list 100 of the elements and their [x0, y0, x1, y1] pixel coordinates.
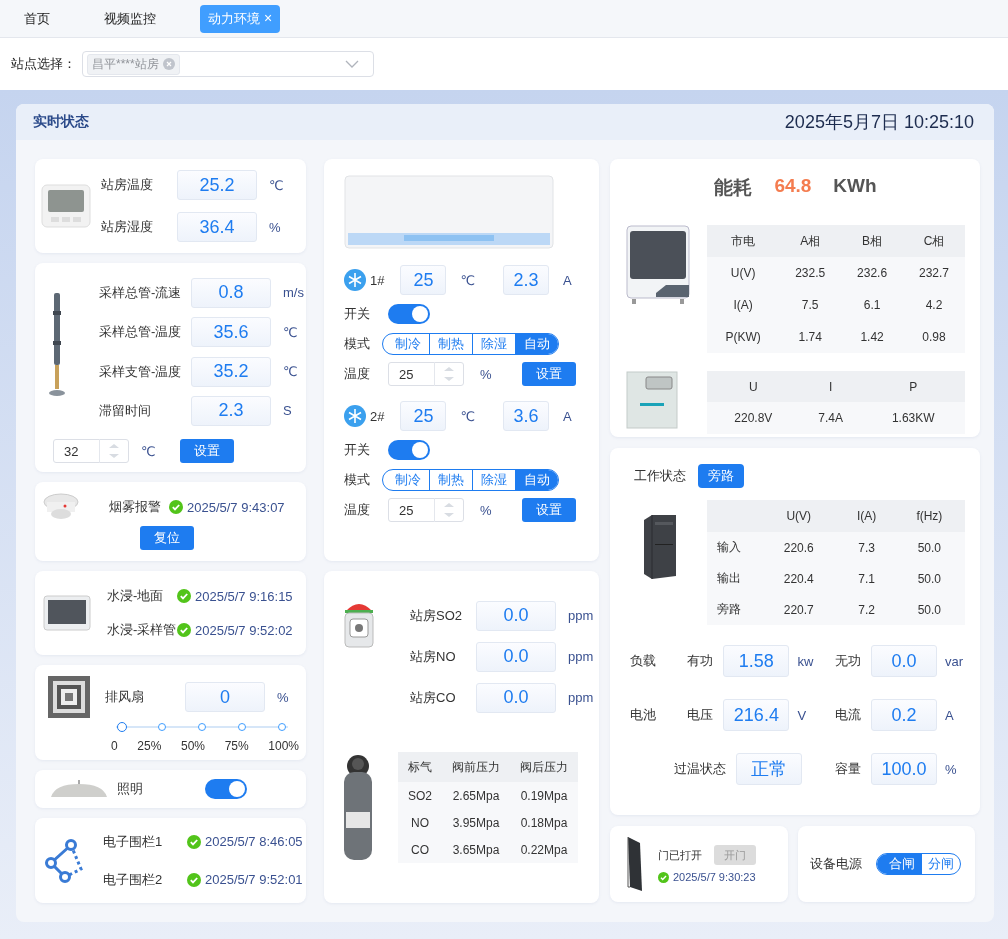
nav-tab[interactable]: 首页	[14, 5, 60, 32]
slider-stop[interactable]	[158, 723, 166, 731]
temp-label: 温度	[344, 501, 371, 519]
unit-label: %	[480, 502, 492, 518]
timestamp: 2025/5/7 9:52:02	[195, 622, 293, 638]
column-header: I	[799, 371, 862, 402]
sensor-label: 水浸-采样管	[107, 621, 177, 639]
table-cell: 7.3	[839, 532, 894, 563]
site-tag: 昌平****站房	[87, 53, 180, 75]
reading-label: 采样总管-温度	[99, 323, 183, 342]
mode-option[interactable]: 自动	[515, 334, 558, 354]
column-header: 市电	[707, 225, 780, 257]
table-cell: SO2	[398, 782, 442, 809]
unit-number: 2#	[370, 408, 385, 424]
tick-label: 75%	[224, 739, 249, 753]
power-option[interactable]: 合闸	[877, 854, 921, 874]
alarm-label: 烟雾报警	[109, 498, 161, 516]
mode-label: 模式	[344, 471, 371, 489]
table-cell: 7.2	[839, 594, 894, 625]
status-label: 工作状态	[634, 467, 686, 485]
table-cell: CO	[398, 836, 442, 863]
sensor-panel-icon	[43, 595, 91, 631]
panel-title: 实时状态	[33, 113, 89, 131]
unit-label: ℃	[460, 408, 476, 424]
reading-label: 站房温度	[101, 176, 154, 194]
unit-label: %	[480, 366, 492, 382]
tick-label: 25%	[137, 739, 162, 753]
reset-button[interactable]: 复位	[140, 526, 194, 550]
column-header: I(A)	[839, 500, 894, 532]
timestamp: 2025/5/7 9:43:07	[187, 499, 285, 515]
number-field[interactable]: 25	[388, 498, 464, 522]
mode-option[interactable]: 制冷	[383, 470, 429, 490]
field-label: 电压	[687, 706, 714, 724]
unit-label: var	[945, 653, 965, 669]
number-field[interactable]: 32	[53, 439, 129, 464]
value-box: 0	[185, 682, 265, 712]
tick-label: 100%	[268, 739, 299, 753]
table-cell: 1.42	[841, 321, 904, 353]
vent-icon	[47, 675, 91, 719]
table-cell: 232.7	[903, 257, 965, 289]
row-header: 旁路	[707, 594, 758, 625]
hygrometer-icon	[41, 184, 91, 228]
slider-stop[interactable]	[278, 723, 286, 731]
nav-tab[interactable]: 视频监控	[94, 5, 166, 32]
column-header: P	[861, 371, 965, 402]
fence-label: 电子围栏2	[103, 870, 164, 889]
site-select[interactable]: 昌平****站房	[82, 51, 374, 77]
table-cell: NO	[398, 809, 442, 836]
table-cell: 1.74	[779, 321, 842, 353]
mode-option[interactable]: 自动	[515, 470, 558, 490]
unit-label: ℃	[283, 364, 298, 379]
mode-option[interactable]: 制冷	[383, 334, 429, 354]
power-option[interactable]: 分闸	[921, 854, 960, 874]
toggle-switch[interactable]	[205, 779, 247, 799]
value-box: 36.4	[177, 212, 257, 242]
toggle-switch[interactable]	[388, 304, 430, 324]
value-box: 1.58	[723, 645, 790, 677]
table-cell: 3.65Mpa	[442, 836, 510, 863]
table-cell: 0.18Mpa	[510, 809, 578, 836]
filter-label: 站点选择：	[11, 55, 76, 73]
table-cell: P(KW)	[707, 321, 780, 353]
mode-option[interactable]: 制热	[429, 334, 472, 354]
set-button[interactable]: 设置	[521, 498, 576, 522]
fan-label: 排风扇	[105, 688, 145, 706]
unit-label: V	[797, 707, 808, 723]
set-button[interactable]: 设置	[521, 362, 576, 386]
table-cell: 0.98	[903, 321, 965, 353]
slider-thumb[interactable]	[117, 722, 127, 732]
reading-label: 滞留时间	[99, 401, 152, 420]
value-box: 正常	[735, 753, 802, 785]
column-header: A相	[779, 225, 842, 257]
group-label: 负载	[630, 652, 657, 670]
table-cell: 3.95Mpa	[442, 809, 510, 836]
table-cell: 7.1	[839, 563, 894, 594]
value-box: 2.3	[191, 395, 271, 426]
temp-label: 温度	[344, 365, 371, 383]
group-label: 电池	[630, 706, 657, 724]
unit-label: A	[563, 272, 572, 288]
table-cell: I(A)	[707, 289, 780, 321]
column-header: B相	[841, 225, 904, 257]
value-box: 0.0	[476, 600, 556, 631]
table-cell: 220.7	[758, 594, 840, 625]
toggle-switch[interactable]	[388, 440, 430, 460]
reading-label: 采样支管-温度	[99, 362, 183, 381]
slider-stop[interactable]	[198, 723, 206, 731]
table-cell: 232.5	[779, 257, 842, 289]
value-box: 0.0	[871, 645, 937, 677]
row-header: 输出	[707, 563, 758, 594]
number-field[interactable]: 25	[388, 362, 464, 386]
set-button[interactable]: 设置	[179, 439, 234, 464]
unit-label: ppm	[568, 608, 594, 623]
nav-tab[interactable]: 动力环境 ×	[200, 4, 281, 33]
slider-stop[interactable]	[238, 723, 246, 731]
mode-option[interactable]: 制热	[429, 470, 472, 490]
field-label: 容量	[835, 760, 861, 778]
column-header: 阀前压力	[442, 752, 510, 782]
table-cell: 1.63KW	[861, 402, 965, 434]
chevron-down-icon	[345, 60, 359, 68]
sensor-label: 水浸-地面	[107, 587, 165, 605]
remove-icon[interactable]	[162, 58, 175, 70]
